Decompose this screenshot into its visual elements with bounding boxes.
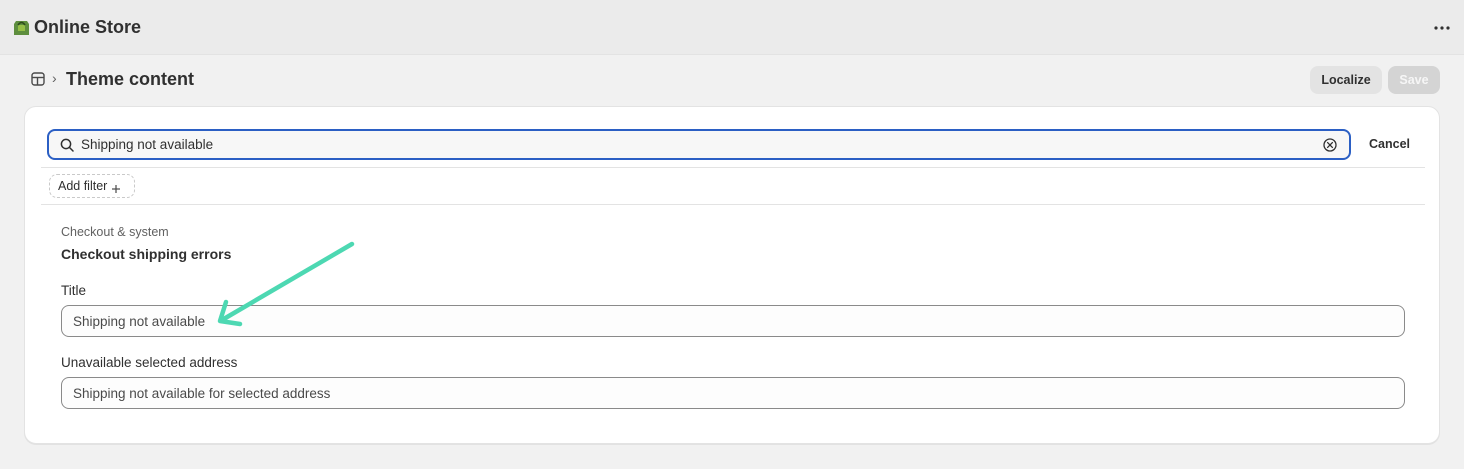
add-filter-button[interactable]: Add filter bbox=[49, 174, 135, 198]
section-title: Checkout shipping errors bbox=[61, 246, 232, 262]
save-button[interactable]: Save bbox=[1388, 66, 1440, 94]
cancel-search-button[interactable]: Cancel bbox=[1369, 137, 1410, 151]
page-title: Theme content bbox=[66, 69, 195, 89]
search-icon bbox=[60, 138, 74, 152]
app-title: Online Store bbox=[34, 17, 142, 37]
localize-button[interactable]: Localize bbox=[1310, 66, 1382, 94]
more-horizontal-icon bbox=[1434, 26, 1450, 30]
page-header: › Theme content Localize Save bbox=[0, 55, 1464, 105]
divider bbox=[41, 204, 1425, 205]
title-field[interactable] bbox=[61, 305, 1405, 337]
theme-content-card: Cancel Add filter Checkout & system Chec… bbox=[24, 106, 1440, 444]
app-top-bar: Online Store bbox=[0, 0, 1464, 55]
section-category: Checkout & system bbox=[61, 225, 169, 239]
search-box[interactable] bbox=[47, 129, 1351, 160]
search-input[interactable] bbox=[81, 134, 1311, 155]
shopify-bag-icon bbox=[12, 18, 31, 37]
unavailable-address-field-label: Unavailable selected address bbox=[61, 355, 238, 370]
title-field-label: Title bbox=[61, 283, 87, 298]
more-options-button[interactable] bbox=[1430, 17, 1454, 39]
divider bbox=[41, 167, 1425, 168]
add-filter-label: Add filter bbox=[58, 179, 108, 193]
plus-icon bbox=[111, 181, 121, 193]
breadcrumb-separator: › bbox=[52, 70, 57, 86]
store-icon[interactable] bbox=[30, 71, 46, 87]
unavailable-address-field[interactable] bbox=[61, 377, 1405, 409]
clear-search-icon[interactable] bbox=[1323, 138, 1337, 152]
